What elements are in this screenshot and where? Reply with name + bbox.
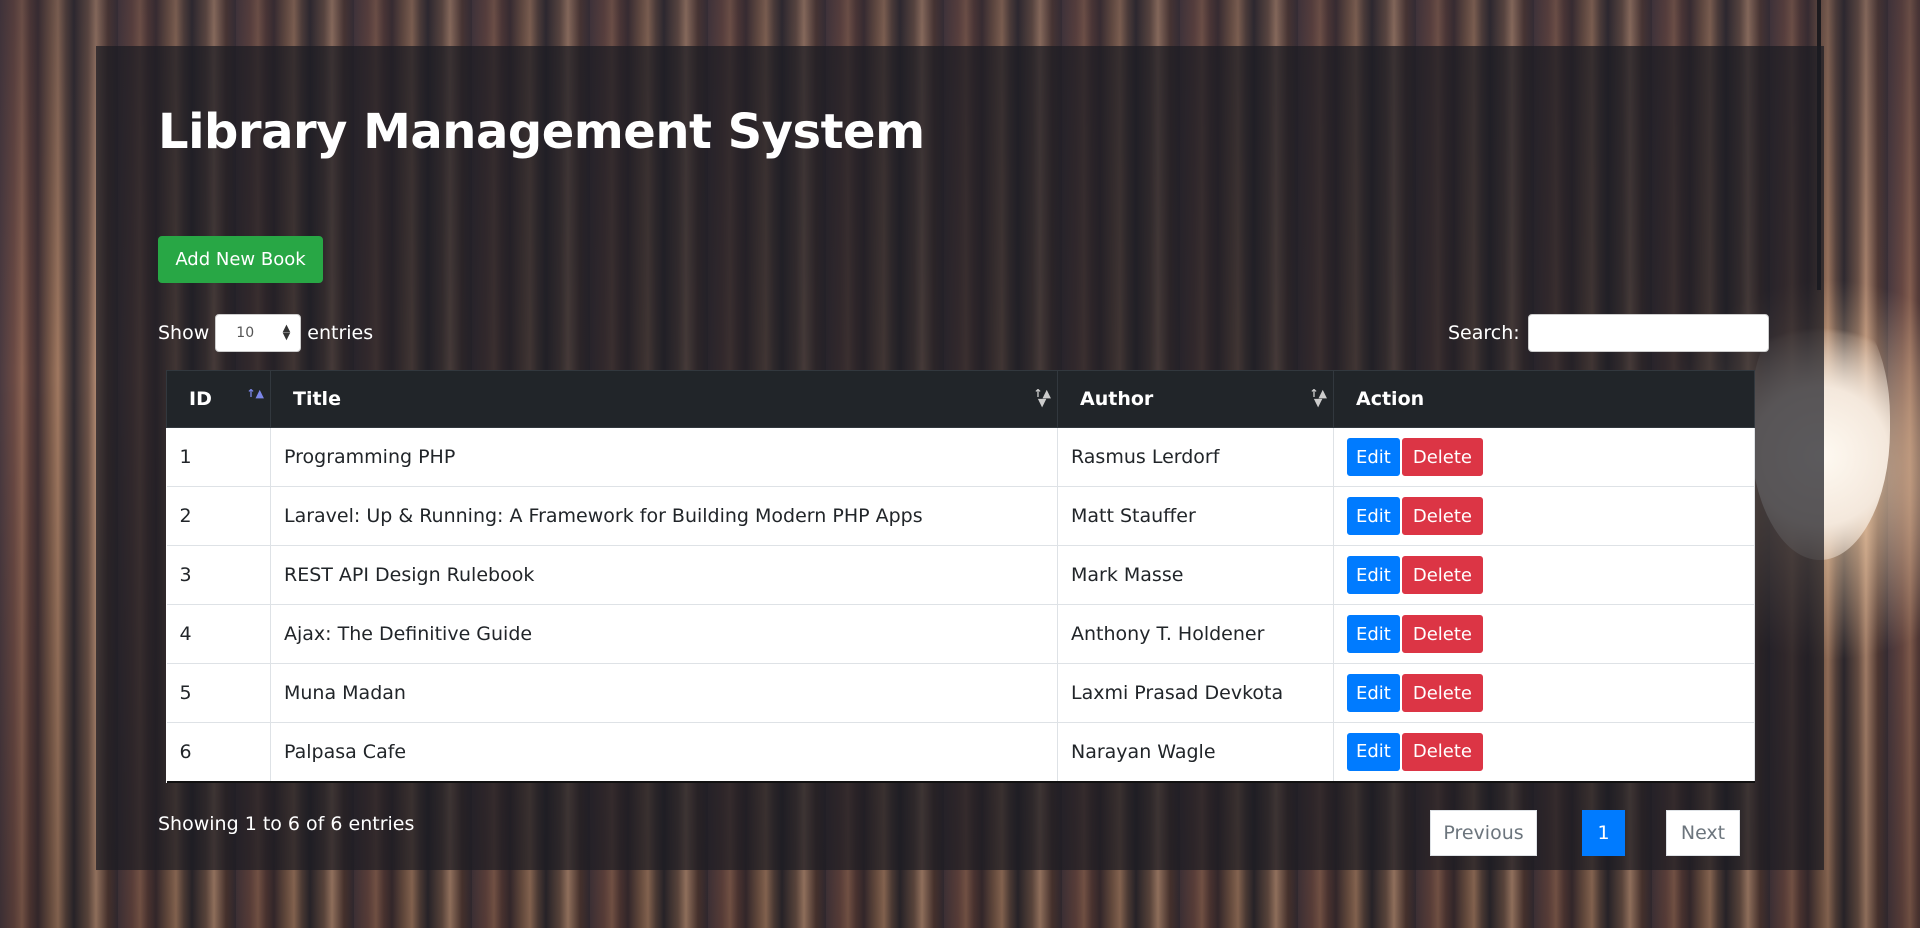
cell-title: Palpasa Cafe [270, 722, 1058, 783]
sort-ascending-icon: ↑▲ [246, 387, 264, 400]
delete-button[interactable]: Delete [1401, 438, 1484, 476]
cell-author: Narayan Wagle [1057, 722, 1334, 783]
entries-label: entries [307, 322, 374, 344]
pagination-previous[interactable]: Previous [1430, 810, 1537, 856]
table-row: 4 Ajax: The Definitive Guide Anthony T. … [166, 604, 1755, 664]
column-header-action: Action [1333, 370, 1755, 428]
edit-button[interactable]: Edit [1347, 438, 1400, 476]
edit-button[interactable]: Edit [1347, 497, 1400, 535]
cell-title: Ajax: The Definitive Guide [270, 604, 1058, 664]
edit-button[interactable]: Edit [1347, 732, 1400, 771]
entries-per-page-value: 10 [236, 325, 255, 341]
cell-action: Edit Delete [1333, 722, 1755, 783]
cell-action: Edit Delete [1333, 427, 1755, 487]
table-header-row: ID ↑▲ Title ↑▲ ▼ Author ↑▲ ▼ Action [166, 370, 1755, 428]
edit-button[interactable]: Edit [1347, 556, 1400, 594]
entries-length-control: Show 10 ▲ ▼ entries [158, 314, 373, 352]
cell-action: Edit Delete [1333, 486, 1755, 546]
cell-id: 2 [166, 486, 271, 546]
cell-action: Edit Delete [1333, 545, 1755, 605]
cell-title: Muna Madan [270, 663, 1058, 723]
pagination-page-1[interactable]: 1 [1582, 810, 1625, 856]
column-header-author[interactable]: Author ↑▲ ▼ [1057, 370, 1334, 428]
cell-action: Edit Delete [1333, 663, 1755, 723]
cell-title: Programming PHP [270, 427, 1058, 487]
edit-button[interactable]: Edit [1347, 674, 1400, 712]
cell-id: 5 [166, 663, 271, 723]
select-updown-icon: ▲ ▼ [282, 323, 291, 342]
cell-author: Laxmi Prasad Devkota [1057, 663, 1334, 723]
column-header-title[interactable]: Title ↑▲ ▼ [270, 370, 1058, 428]
table-row: 1 Programming PHP Rasmus Lerdorf Edit Del… [166, 427, 1755, 487]
table-row: 3 REST API Design Rulebook Mark Masse Ed… [166, 545, 1755, 605]
books-table: ID ↑▲ Title ↑▲ ▼ Author ↑▲ ▼ Action 1 Prog… [166, 370, 1755, 783]
table-row: 2 Laravel: Up & Running: A Framework for… [166, 486, 1755, 546]
delete-button[interactable]: Delete [1401, 674, 1484, 712]
column-header-id[interactable]: ID ↑▲ [166, 370, 271, 428]
delete-button[interactable]: Delete [1401, 556, 1484, 594]
cell-author: Mark Masse [1057, 545, 1334, 605]
sort-both-icon: ↑▲ ▼ [1309, 387, 1327, 409]
search-input[interactable] [1527, 314, 1769, 352]
delete-button[interactable]: Delete [1401, 615, 1484, 653]
cell-author: Matt Stauffer [1057, 486, 1334, 546]
edit-button[interactable]: Edit [1347, 615, 1400, 653]
cell-title: REST API Design Rulebook [270, 545, 1058, 605]
search-label: Search: [1448, 322, 1520, 344]
table-row: 6 Palpasa Cafe Narayan Wagle Edit Delete [166, 722, 1755, 783]
sort-both-icon: ↑▲ ▼ [1033, 387, 1051, 409]
cell-title: Laravel: Up & Running: A Framework for B… [270, 486, 1058, 546]
cell-author: Rasmus Lerdorf [1057, 427, 1334, 487]
cell-id: 1 [166, 427, 271, 487]
cell-id: 6 [166, 722, 271, 783]
delete-button[interactable]: Delete [1401, 497, 1484, 535]
cell-author: Anthony T. Holdener [1057, 604, 1334, 664]
cell-id: 4 [166, 604, 271, 664]
show-label: Show [158, 322, 210, 344]
page-title: Library Management System [158, 104, 925, 160]
add-new-book-button[interactable]: Add New Book [158, 236, 323, 283]
cell-action: Edit Delete [1333, 604, 1755, 664]
delete-button[interactable]: Delete [1401, 732, 1484, 771]
pagination-next[interactable]: Next [1666, 810, 1740, 856]
table-info: Showing 1 to 6 of 6 entries [158, 813, 415, 835]
search-control: Search: [1448, 314, 1769, 352]
table-row: 5 Muna Madan Laxmi Prasad Devkota Edit De… [166, 663, 1755, 723]
cell-id: 3 [166, 545, 271, 605]
entries-per-page-select[interactable]: 10 ▲ ▼ [215, 314, 302, 352]
